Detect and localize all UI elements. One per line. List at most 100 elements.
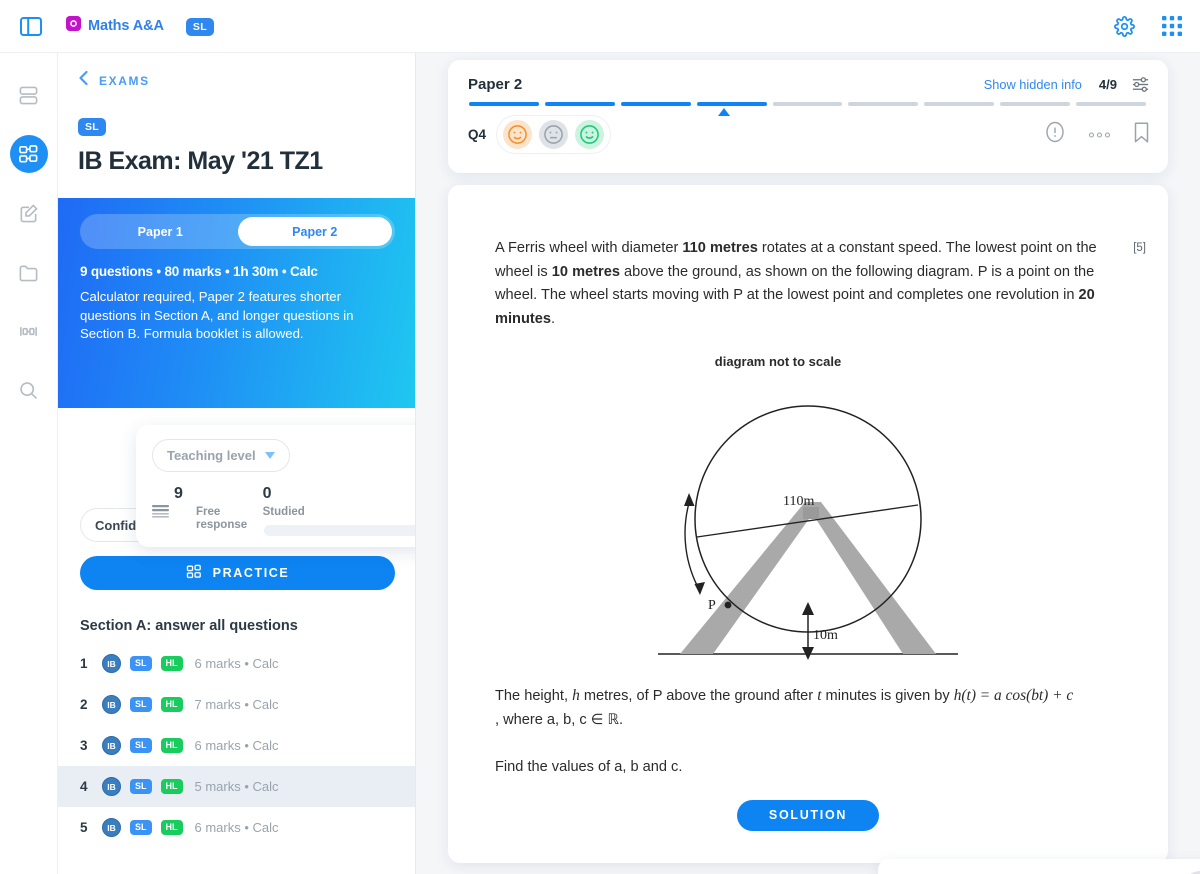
teaching-level-dropdown[interactable]: Teaching level: [152, 439, 290, 472]
show-hidden-info-link[interactable]: Show hidden info: [984, 77, 1082, 92]
face-neutral[interactable]: [539, 120, 569, 149]
progress-segment-5[interactable]: [772, 102, 843, 106]
hl-badge: HL: [160, 738, 183, 753]
app-root: Maths A&A SL EXAMS SL IB Exam: May '21 T…: [0, 0, 1200, 874]
course-label: Maths A&A: [88, 18, 164, 34]
solution-button-wrap: SOLUTION: [448, 799, 1168, 831]
ib-badge: IB: [102, 695, 121, 714]
exam-level-badge-label: SL: [78, 118, 107, 136]
progress-segment-3[interactable]: [620, 102, 691, 106]
paper-tab-2[interactable]: Paper 2: [237, 217, 392, 246]
main-panel: Paper 2 Show hidden info 4/9 Q4 [5] A Fe…: [416, 53, 1200, 874]
teaching-level-label: Teaching level: [167, 448, 256, 463]
rail-item-notes[interactable]: [10, 194, 48, 232]
question-meta: 6 marks • Calc: [194, 656, 279, 671]
given-mid2: minutes is given by: [821, 687, 954, 704]
current-question-marker: [718, 108, 730, 116]
question-meta: 5 marks • Calc: [194, 779, 279, 794]
ib-badge: IB: [102, 654, 121, 673]
paper-info-card: Paper 1 Paper 2 9 questions • 80 marks •…: [58, 198, 415, 408]
list-item[interactable]: 3 IB SL HL 6 marks • Calc: [58, 725, 415, 766]
progress-segment-9[interactable]: [1076, 102, 1147, 106]
paper-tab-1[interactable]: Paper 1: [83, 217, 238, 246]
rail-item-folders[interactable]: [10, 253, 48, 291]
given-mid1: metres, of P above the ground after: [579, 687, 818, 704]
free-response-value: 9: [174, 485, 183, 502]
topbar-actions: [1114, 15, 1182, 37]
more-options-icon[interactable]: [1088, 126, 1111, 144]
question-counter: 4/9: [1098, 77, 1117, 92]
solution-button[interactable]: SOLUTION: [736, 799, 880, 831]
progress-segment-1[interactable]: [469, 102, 539, 106]
practice-button-label: PRACTICE: [212, 566, 290, 580]
diagram-note: diagram not to scale: [714, 353, 842, 369]
course-level-badge-label: SL: [185, 18, 214, 36]
confidence-face-group: [496, 115, 612, 154]
question-meta: 6 marks • Calc: [194, 820, 279, 835]
course-level-badge[interactable]: SL: [185, 17, 214, 36]
bookmark-icon[interactable]: [1133, 121, 1150, 149]
given-pre: The height,: [495, 687, 573, 704]
paper-description: Calculator required, Paper 2 features sh…: [80, 289, 354, 342]
stats-card: Teaching level 9 Free response 0 Studied: [136, 425, 415, 547]
svg-text:10m: 10m: [813, 628, 838, 643]
chevron-down-icon: [264, 452, 275, 459]
studied-value: 0: [262, 485, 272, 502]
stat-free-response: 9 Free response: [152, 486, 263, 532]
list-item[interactable]: 2 IB SL HL 7 marks • Calc: [58, 684, 415, 725]
progress-segment-2[interactable]: [544, 102, 615, 106]
breadcrumb-back[interactable]: EXAMS: [58, 53, 415, 91]
sliders-icon[interactable]: [1131, 75, 1150, 94]
free-response-label-1: Free: [196, 506, 221, 518]
top-bar: Maths A&A SL: [0, 0, 1200, 53]
given-variable-h: h: [572, 686, 580, 704]
hl-badge: HL: [160, 820, 183, 835]
page-title: IB Exam: May '21 TZ1: [78, 147, 323, 175]
exam-sidebar: EXAMS SL IB Exam: May '21 TZ1 Paper 1 Pa…: [57, 53, 416, 874]
question-stem: [5] A Ferris wheel with diameter 110 met…: [448, 185, 1168, 332]
panel-toggle-icon[interactable]: [18, 15, 44, 37]
question-meta: 6 marks • Calc: [194, 738, 279, 753]
face-happy[interactable]: [575, 120, 605, 149]
section-heading: Section A: answer all questions: [80, 618, 298, 634]
breadcrumb-back-label: EXAMS: [99, 73, 150, 88]
list-item[interactable]: 1 IB SL HL 6 marks • Calc: [58, 643, 415, 684]
progress-segment-4[interactable]: [696, 102, 767, 106]
hl-badge: HL: [160, 656, 183, 671]
ib-badge: IB: [102, 736, 121, 755]
report-issue-icon[interactable]: [1044, 120, 1066, 149]
marks-badge: [5]: [1133, 242, 1146, 254]
list-item[interactable]: 4 IB SL HL 5 marks • Calc: [58, 766, 415, 807]
paper-meta: 9 questions • 80 marks • 1h 30m • Calc: [80, 264, 318, 279]
list-item[interactable]: 5 IB SL HL 6 marks • Calc: [58, 807, 415, 848]
question-task: Find the values of a, b and c.: [495, 759, 683, 776]
practice-button[interactable]: PRACTICE: [80, 556, 395, 590]
rail-item-dashboard[interactable]: [10, 76, 48, 114]
sl-badge: SL: [130, 820, 152, 835]
rail-item-flashcards[interactable]: [10, 312, 48, 350]
grid-apps-icon[interactable]: [1162, 16, 1182, 36]
svg-text:P: P: [708, 598, 716, 613]
list-lines-icon: [152, 505, 169, 524]
stem-part-0: A Ferris wheel with diameter: [495, 240, 683, 256]
sl-badge: SL: [130, 697, 152, 712]
progress-segment-8[interactable]: [1000, 102, 1071, 106]
question-header-top: Paper 2 Show hidden info 4/9: [448, 60, 1168, 94]
progress-segment-7[interactable]: [924, 102, 995, 106]
question-progress-bar: [448, 94, 1168, 116]
rail-item-exams[interactable]: [9, 135, 48, 173]
hl-badge: HL: [160, 697, 183, 712]
gear-icon[interactable]: [1114, 15, 1135, 37]
given-formula: h(t) = a cos(bt) + c: [953, 686, 1074, 704]
question-number: 2: [80, 697, 88, 712]
cubes-icon: [186, 564, 202, 583]
rail-item-search[interactable]: [10, 371, 48, 409]
svg-text:110m: 110m: [783, 494, 814, 509]
face-sad[interactable]: [503, 120, 533, 149]
paper-toggle: Paper 1 Paper 2: [80, 214, 395, 249]
ferris-wheel-diagram: 110m P 10m: [448, 377, 1168, 662]
progress-segment-6[interactable]: [848, 102, 919, 106]
course-link[interactable]: Maths A&A: [66, 16, 164, 36]
studied-label: Studied: [262, 506, 305, 518]
question-number: 5: [80, 820, 88, 835]
